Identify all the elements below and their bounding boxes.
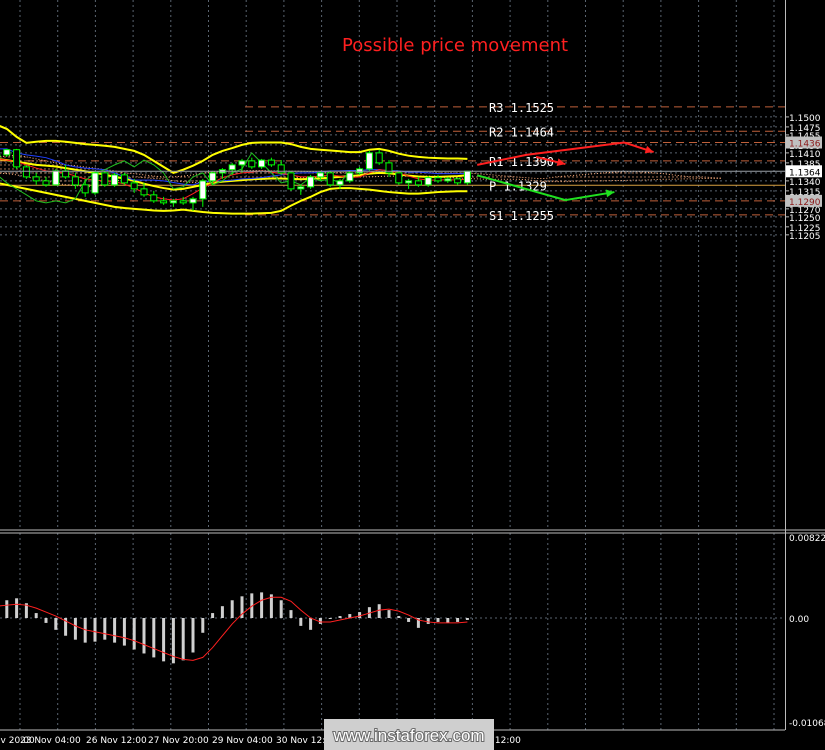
candle-body (81, 184, 89, 194)
candle-body (32, 176, 40, 182)
candle-body (395, 172, 403, 184)
candle-body (52, 170, 60, 186)
candle-body (297, 186, 305, 190)
price-tick-label: 1.1500 (789, 114, 821, 124)
price-tick-label: 1.1410 (789, 150, 821, 160)
candle-body (150, 194, 158, 202)
candle-body (209, 172, 217, 182)
watermark: www.instaforex.com (324, 719, 494, 750)
candle-body (22, 166, 30, 178)
time-tick-label: 29 Nov 04:00 (212, 736, 273, 746)
candle-body (179, 200, 187, 204)
candle-body (71, 176, 79, 186)
forex-chart: R3 1.1525R2 1.1464R1 1.1390P 1.1329S1 1.… (0, 0, 825, 750)
watermark-text: www.instaforex.com (332, 726, 484, 745)
candle-body (463, 170, 471, 184)
candle-body (434, 177, 442, 182)
price-tick-label: 1.1250 (789, 214, 821, 224)
candle-body (336, 180, 344, 186)
candle-body (111, 174, 119, 186)
candle-body (13, 149, 21, 168)
candle-body (316, 172, 324, 178)
candle-body (120, 174, 128, 184)
candle-body (258, 159, 266, 168)
current-price-label: 1.1364 (789, 168, 821, 178)
level-label: R1 1.1390 (489, 155, 554, 169)
candle-body (267, 159, 275, 166)
macd-tick-label: -0.01068 (789, 719, 825, 729)
candle-body (454, 178, 462, 184)
candle-body (199, 180, 207, 200)
time-tick-label: 26 Nov 12:00 (86, 736, 147, 746)
candle-body (140, 188, 148, 196)
candle-body (287, 172, 295, 190)
time-tick-label: 23 Nov 04:00 (20, 736, 81, 746)
candle-body (375, 152, 383, 164)
level-label: R2 1.1464 (489, 125, 554, 139)
macd-tick-label: 0.00822 (789, 534, 825, 544)
candle-body (326, 172, 334, 186)
candle-body (160, 200, 168, 204)
candle-body (228, 164, 236, 171)
price-tag-label: 1.1436 (789, 140, 821, 150)
price-tick-label: 1.1205 (789, 232, 821, 242)
candle-body (307, 176, 315, 188)
candle-body (42, 180, 50, 186)
level-label: R3 1.1525 (489, 101, 554, 115)
price-tick-label: 1.1340 (789, 178, 821, 188)
candle-body (444, 178, 452, 182)
candle-body (248, 160, 256, 168)
level-label: S1 1.1255 (489, 209, 554, 223)
candle-body (424, 177, 432, 186)
candle-body (414, 180, 422, 186)
possible-movement-annotation: Possible price movement (342, 35, 568, 56)
candle-body (101, 172, 109, 186)
candle-body (130, 182, 138, 190)
candle-body (238, 160, 246, 166)
candle-body (91, 172, 99, 194)
candle-body (405, 180, 413, 184)
candle-body (3, 149, 11, 156)
time-tick-label: 27 Nov 20:00 (148, 736, 209, 746)
candle-body (365, 152, 373, 170)
candle-body (169, 200, 177, 204)
price-tag-label: 1.1290 (789, 198, 821, 208)
macd-tick-label: 0.00 (789, 615, 809, 625)
candle-body (189, 198, 197, 204)
candle-body (346, 172, 354, 182)
